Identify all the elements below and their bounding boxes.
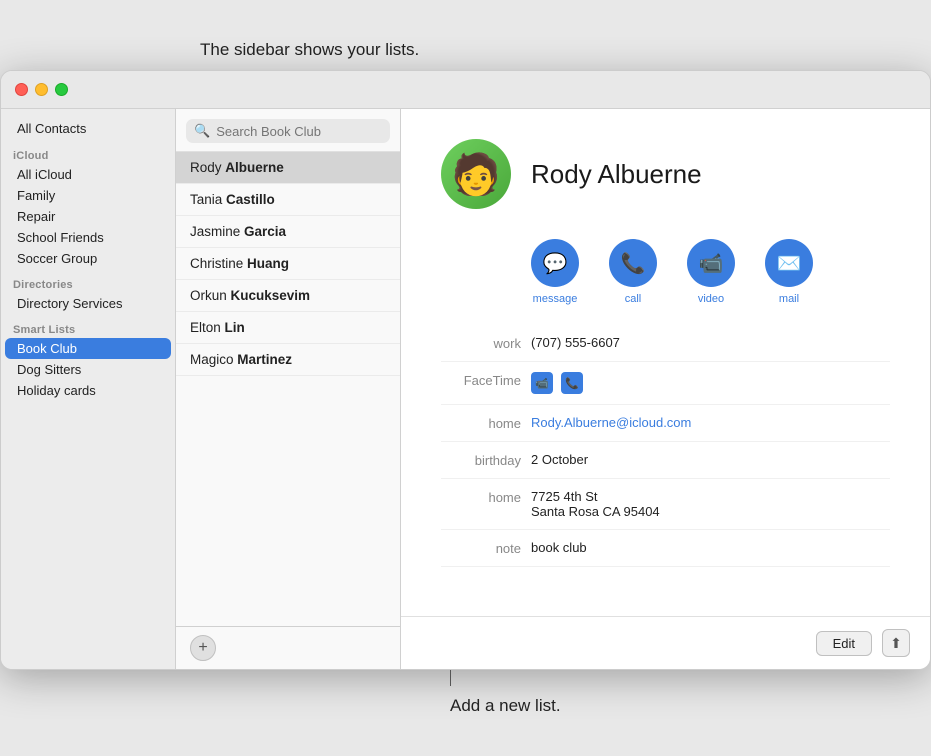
contact-item-christine-huang[interactable]: Christine Huang (176, 248, 400, 280)
annotation-bottom: Add a new list. (450, 696, 561, 716)
field-label-note: note (441, 540, 521, 556)
contact-item-magico-martinez[interactable]: Magico Martinez (176, 344, 400, 376)
traffic-lights (15, 83, 68, 96)
close-button[interactable] (15, 83, 28, 96)
contact-item-jasmine-garcia[interactable]: Jasmine Garcia (176, 216, 400, 248)
sidebar-item-all-icloud[interactable]: All iCloud (5, 164, 171, 185)
field-home-email: home Rody.Albuerne@icloud.com (441, 405, 890, 442)
field-birthday: birthday 2 October (441, 442, 890, 479)
field-label-facetime: FaceTime (441, 372, 521, 388)
facetime-audio-icon[interactable]: 📞 (561, 372, 583, 394)
sidebar-item-holiday-cards[interactable]: Holiday cards (5, 380, 171, 401)
field-home-address: home 7725 4th St Santa Rosa CA 95404 (441, 479, 890, 530)
video-label: video (698, 293, 724, 305)
contact-list: 🔍 Rody Albuerne Tania Castillo Jasmine G… (176, 109, 401, 669)
field-value-home-email[interactable]: Rody.Albuerne@icloud.com (531, 415, 890, 430)
avatar: 🧑 (441, 139, 511, 209)
contact-item-tania-castillo[interactable]: Tania Castillo (176, 184, 400, 216)
sidebar-section-smart-lists: Smart Lists (1, 314, 175, 338)
call-action[interactable]: 📞 call (609, 239, 657, 305)
action-buttons: 💬 message 📞 call 📹 video ✉️ mail (491, 229, 930, 325)
sidebar-item-school-friends[interactable]: School Friends (5, 227, 171, 248)
field-value-facetime: 📹 📞 (531, 372, 890, 394)
sidebar-item-all-contacts[interactable]: All Contacts (5, 117, 171, 140)
edit-button[interactable]: Edit (816, 631, 872, 656)
main-content: All Contacts iCloud All iCloud Family Re… (1, 109, 930, 669)
sidebar-item-book-club[interactable]: Book Club (5, 338, 171, 359)
sidebar-item-repair[interactable]: Repair (5, 206, 171, 227)
search-bar: 🔍 (176, 109, 400, 152)
message-label: message (533, 293, 578, 305)
search-input-wrapper: 🔍 (186, 119, 390, 143)
minimize-button[interactable] (35, 83, 48, 96)
field-value-note: book club (531, 540, 890, 555)
field-value-home-address: 7725 4th St Santa Rosa CA 95404 (531, 489, 890, 519)
field-label-work: work (441, 335, 521, 351)
field-value-birthday: 2 October (531, 452, 890, 467)
window-wrapper: The sidebar shows your lists. All Contac… (0, 40, 931, 716)
contact-list-footer: + (176, 626, 400, 669)
message-action[interactable]: 💬 message (531, 239, 579, 305)
maximize-button[interactable] (55, 83, 68, 96)
contact-list-items: Rody Albuerne Tania Castillo Jasmine Gar… (176, 152, 400, 626)
field-label-home-address: home (441, 489, 521, 505)
field-label-home-email: home (441, 415, 521, 431)
mail-action[interactable]: ✉️ mail (765, 239, 813, 305)
field-work-phone: work (707) 555-6607 (441, 325, 890, 362)
mail-label: mail (779, 293, 799, 305)
call-label: call (625, 293, 642, 305)
sidebar-item-soccer-group[interactable]: Soccer Group (5, 248, 171, 269)
contact-item-elton-lin[interactable]: Elton Lin (176, 312, 400, 344)
field-facetime: FaceTime 📹 📞 (441, 362, 890, 405)
field-note: note book club (441, 530, 890, 567)
app-window: All Contacts iCloud All iCloud Family Re… (0, 70, 931, 670)
facetime-icons: 📹 📞 (531, 372, 890, 394)
contact-item-rody-albuerne[interactable]: Rody Albuerne (176, 152, 400, 184)
contact-fields: work (707) 555-6607 FaceTime 📹 📞 (401, 325, 930, 616)
contact-name: Rody Albuerne (531, 159, 702, 190)
field-label-birthday: birthday (441, 452, 521, 468)
annotation-top: The sidebar shows your lists. (200, 40, 419, 60)
contact-item-orkun-kucuksevim[interactable]: Orkun Kucuksevim (176, 280, 400, 312)
sidebar-item-family[interactable]: Family (5, 185, 171, 206)
mail-icon: ✉️ (765, 239, 813, 287)
share-button[interactable]: ⬆ (882, 629, 910, 657)
field-value-work[interactable]: (707) 555-6607 (531, 335, 890, 350)
detail-footer: Edit ⬆ (401, 616, 930, 669)
call-icon: 📞 (609, 239, 657, 287)
title-bar (1, 71, 930, 109)
message-icon: 💬 (531, 239, 579, 287)
sidebar: All Contacts iCloud All iCloud Family Re… (1, 109, 176, 669)
detail-pane: 🧑 Rody Albuerne 💬 message 📞 call 📹 video (401, 109, 930, 669)
sidebar-item-dog-sitters[interactable]: Dog Sitters (5, 359, 171, 380)
search-icon: 🔍 (194, 123, 210, 139)
facetime-video-icon[interactable]: 📹 (531, 372, 553, 394)
detail-header: 🧑 Rody Albuerne (401, 109, 930, 229)
sidebar-section-icloud: iCloud (1, 140, 175, 164)
sidebar-item-directory-services[interactable]: Directory Services (5, 293, 171, 314)
add-contact-button[interactable]: + (190, 635, 216, 661)
video-action[interactable]: 📹 video (687, 239, 735, 305)
search-input[interactable] (216, 124, 382, 139)
sidebar-section-directories: Directories (1, 269, 175, 293)
video-icon: 📹 (687, 239, 735, 287)
